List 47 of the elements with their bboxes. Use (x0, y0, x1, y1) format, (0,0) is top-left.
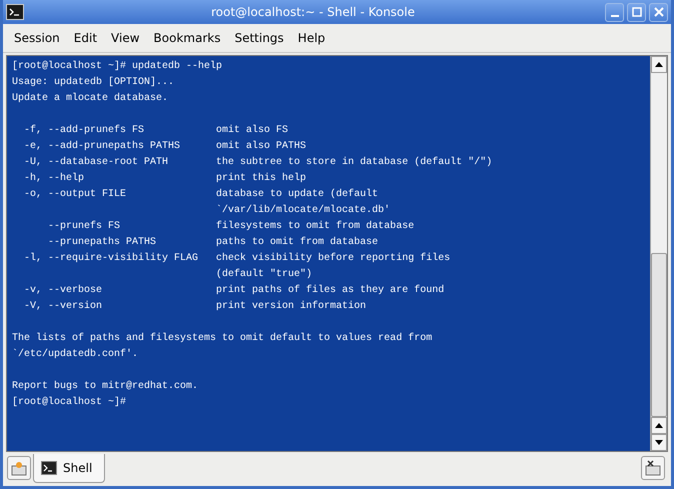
close-session-button[interactable] (641, 456, 665, 480)
session-tab[interactable]: Shell (33, 454, 106, 483)
terminal-icon (41, 461, 57, 475)
close-button[interactable] (649, 2, 668, 22)
terminal-line: [root@localhost ~]# updatedb --help (12, 60, 224, 74)
close-tab-icon (645, 460, 661, 476)
terminal-line: Usage: updatedb [OPTION]... (12, 76, 176, 90)
scroll-up-button[interactable] (651, 417, 667, 434)
new-session-button[interactable] (7, 456, 31, 480)
close-icon (654, 7, 664, 17)
scroll-down-button[interactable] (651, 434, 667, 451)
terminal-line: -e, --add-prunepaths PATHS omit also PATHS (23, 140, 308, 154)
terminal-line: -f, --add-prunefs FS omit also FS (23, 124, 290, 138)
terminal-line: [root@localhost ~]# (12, 396, 128, 410)
menu-item[interactable]: Session (7, 27, 67, 49)
window-title: root@localhost:~ - Shell - Konsole (210, 5, 416, 19)
terminal-line: The lists of paths and filesystems to omit default to values read from (12, 332, 434, 346)
up-arrow-icon (655, 62, 663, 67)
menu-item[interactable]: View (104, 27, 147, 49)
new-tab-icon (11, 460, 27, 476)
scroll-thumb[interactable] (651, 253, 667, 417)
terminal-line: --prunepaths PATHS paths to omit from database (47, 236, 380, 250)
terminal-line: Update a mlocate database. (12, 92, 170, 106)
minimize-button[interactable] (605, 2, 624, 22)
terminal-line: -U, --database-root PATH the subtree to store in database (default "/") (23, 156, 494, 170)
menu-item[interactable]: Help (290, 27, 332, 49)
maximize-icon (632, 7, 642, 17)
up-arrow-icon (655, 423, 663, 428)
terminal-line: -h, --help print this help (23, 172, 308, 186)
down-arrow-icon (655, 440, 663, 445)
terminal-line: --prunefs FS filesystems to omit from database (47, 220, 416, 234)
maximize-button[interactable] (627, 2, 646, 22)
terminal-line: `/var/lib/mlocate/mlocate.db' (215, 204, 392, 218)
scrollbar[interactable] (650, 56, 667, 451)
scroll-up-button[interactable] (651, 56, 667, 73)
terminal-line: -V, --version print version information (23, 300, 368, 314)
terminal-icon (6, 4, 24, 20)
minimize-icon (610, 15, 620, 17)
terminal-line: (default "true") (215, 268, 314, 282)
menu-item[interactable]: Edit (66, 27, 104, 49)
menu-item[interactable]: Bookmarks (146, 27, 228, 49)
terminal-line: -l, --require-visibility FLAG check visibility before reporting files (23, 252, 452, 266)
terminal-line: -v, --verbose print paths of files as they are found (23, 284, 446, 298)
terminal-line: -o, --output FILE database to update (default (23, 188, 380, 202)
terminal-line: `/etc/updatedb.conf'. (12, 348, 140, 362)
terminal-line: Report bugs to mitr@redhat.com. (12, 380, 200, 394)
menu-item[interactable]: Settings (228, 27, 291, 49)
